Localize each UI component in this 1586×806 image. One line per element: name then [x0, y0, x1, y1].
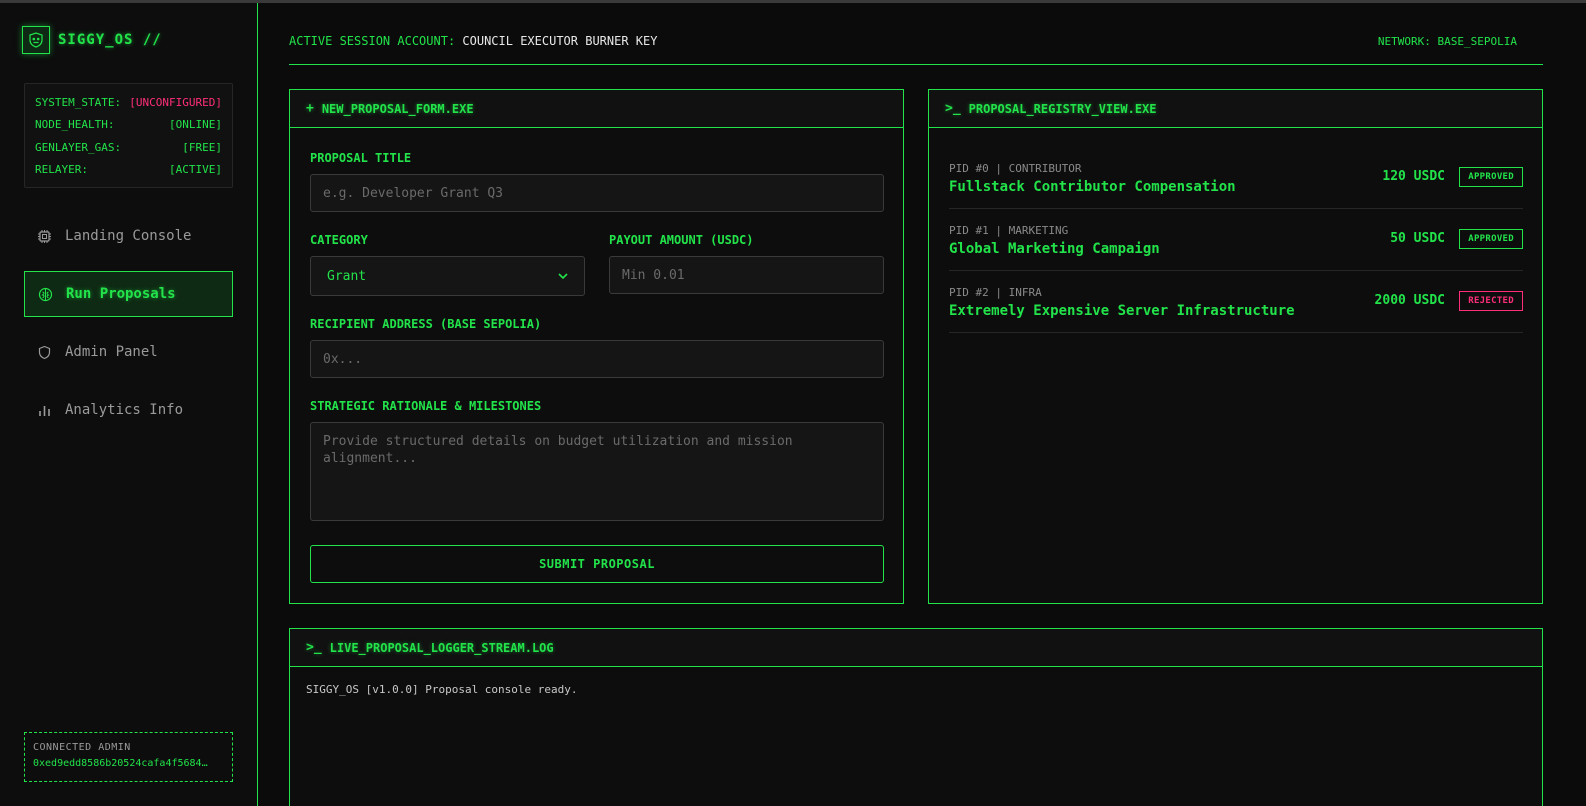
- live-logger-panel: >_ LIVE_PROPOSAL_LOGGER_STREAM.LOG SIGGY…: [289, 628, 1543, 806]
- submit-proposal-button[interactable]: SUBMIT PROPOSAL: [310, 545, 884, 583]
- proposal-amount: 120 USDC: [1382, 169, 1445, 184]
- status-key: SYSTEM_STATE:: [35, 96, 122, 109]
- connected-admin-label: CONNECTED ADMIN: [33, 742, 131, 753]
- payout-amount-input[interactable]: [609, 256, 884, 294]
- sidebar-nav: Landing Console Run Proposals Admin Pane…: [24, 213, 233, 445]
- sidebar-item-run-proposals[interactable]: Run Proposals: [24, 271, 233, 317]
- status-row-node-health: NODE_HEALTH: [ONLINE]: [35, 118, 222, 140]
- system-status-panel: SYSTEM_STATE: [UNCONFIGURED] NODE_HEALTH…: [24, 83, 233, 188]
- panel-header: + NEW_PROPOSAL_FORM.EXE: [290, 90, 903, 128]
- status-key: GENLAYER_GAS:: [35, 140, 122, 154]
- status-key: RELAYER:: [35, 162, 88, 176]
- proposal-meta: PID #0 | CONTRIBUTOR: [949, 162, 1082, 175]
- payout-amount-label: PAYOUT AMOUNT (USDC): [609, 233, 754, 247]
- log-output: SIGGY_OS [v1.0.0] Proposal console ready…: [290, 667, 1542, 712]
- session-label: ACTIVE SESSION ACCOUNT:: [289, 34, 456, 48]
- proposal-title-label: PROPOSAL TITLE: [310, 151, 412, 165]
- status-badge: APPROVED: [1459, 229, 1523, 249]
- rationale-textarea[interactable]: [310, 422, 884, 521]
- status-value: [ACTIVE]: [169, 162, 222, 176]
- proposal-meta: PID #1 | MARKETING: [949, 224, 1069, 237]
- network-indicator: NETWORK: BASE_SEPOLIA: [1377, 35, 1517, 48]
- status-row-relayer: RELAYER: [ACTIVE]: [35, 163, 222, 185]
- siggy-logo-icon: [22, 26, 50, 54]
- connected-admin-box: CONNECTED ADMIN 0xed9edd8586b20524cafa4f…: [24, 732, 233, 782]
- status-key: NODE_HEALTH:: [35, 118, 115, 132]
- panel-title: PROPOSAL_REGISTRY_VIEW.EXE: [968, 101, 1157, 116]
- panel-title: LIVE_PROPOSAL_LOGGER_STREAM.LOG: [329, 640, 554, 655]
- proposal-name: Extremely Expensive Server Infrastructur…: [949, 303, 1295, 319]
- sidebar-item-admin-panel[interactable]: Admin Panel: [24, 329, 233, 375]
- session-account: ACTIVE SESSION ACCOUNT: COUNCIL EXECUTOR…: [289, 34, 657, 64]
- proposal-name: Fullstack Contributor Compensation: [949, 179, 1236, 195]
- brain-icon: [38, 287, 53, 302]
- terminal-icon: >_: [945, 101, 961, 116]
- sidebar-item-label: Analytics Info: [65, 402, 184, 418]
- status-row-system-state: SYSTEM_STATE: [UNCONFIGURED]: [35, 96, 222, 118]
- proposal-registry-panel: >_ PROPOSAL_REGISTRY_VIEW.EXE PID #0 | C…: [928, 89, 1543, 604]
- sidebar-item-analytics-info[interactable]: Analytics Info: [24, 387, 233, 433]
- proposal-name: Global Marketing Campaign: [949, 241, 1160, 257]
- status-badge: REJECTED: [1459, 291, 1523, 311]
- panel-header: >_ PROPOSAL_REGISTRY_VIEW.EXE: [929, 90, 1542, 128]
- log-line: SIGGY_OS [v1.0.0] Proposal console ready…: [306, 683, 578, 696]
- proposal-title-input[interactable]: [310, 174, 884, 212]
- proposal-row[interactable]: PID #0 | CONTRIBUTOR Fullstack Contribut…: [949, 147, 1523, 209]
- admin-address[interactable]: 0xed9edd8586b20524cafa4f5684…: [33, 758, 224, 769]
- chevron-down-icon: [558, 269, 568, 284]
- proposal-amount: 50 USDC: [1390, 231, 1445, 246]
- top-header: ACTIVE SESSION ACCOUNT: COUNCIL EXECUTOR…: [289, 34, 1543, 65]
- category-selected-value: Grant: [327, 268, 367, 284]
- sidebar-item-label: Run Proposals: [66, 286, 176, 302]
- app-title: SIGGY_OS //: [58, 32, 162, 48]
- plus-icon: +: [306, 101, 314, 116]
- panel-header: >_ LIVE_PROPOSAL_LOGGER_STREAM.LOG: [290, 629, 1542, 667]
- category-label: CATEGORY: [310, 233, 368, 247]
- sidebar-item-label: Admin Panel: [65, 344, 158, 360]
- category-select[interactable]: Grant: [310, 256, 585, 296]
- rationale-label: STRATEGIC RATIONALE & MILESTONES: [310, 399, 542, 413]
- status-badge: APPROVED: [1459, 167, 1523, 187]
- recipient-address-label: RECIPIENT ADDRESS (BASE SEPOLIA): [310, 317, 542, 331]
- sidebar: SIGGY_OS // SYSTEM_STATE: [UNCONFIGURED]…: [0, 3, 258, 806]
- status-value: [ONLINE]: [169, 118, 222, 132]
- status-value: [FREE]: [182, 140, 222, 154]
- proposal-amount: 2000 USDC: [1374, 293, 1445, 308]
- recipient-address-input[interactable]: [310, 340, 884, 378]
- proposal-row[interactable]: PID #1 | MARKETING Global Marketing Camp…: [949, 209, 1523, 271]
- status-value: [UNCONFIGURED]: [129, 96, 222, 109]
- cpu-icon: [37, 229, 52, 244]
- proposal-list: PID #0 | CONTRIBUTOR Fullstack Contribut…: [949, 147, 1523, 333]
- status-row-genlayer-gas: GENLAYER_GAS: [FREE]: [35, 141, 222, 163]
- bar-chart-icon: [37, 403, 52, 418]
- session-value: COUNCIL EXECUTOR BURNER KEY: [462, 34, 658, 48]
- sidebar-item-landing-console[interactable]: Landing Console: [24, 213, 233, 259]
- brand[interactable]: SIGGY_OS //: [22, 26, 162, 54]
- proposal-row[interactable]: PID #2 | INFRA Extremely Expensive Serve…: [949, 271, 1523, 333]
- terminal-icon: >_: [306, 640, 322, 655]
- panel-title: NEW_PROPOSAL_FORM.EXE: [321, 101, 474, 116]
- shield-icon: [37, 345, 52, 360]
- sidebar-item-label: Landing Console: [65, 228, 192, 244]
- new-proposal-form-panel: + NEW_PROPOSAL_FORM.EXE PROPOSAL TITLE C…: [289, 89, 904, 604]
- proposal-meta: PID #2 | INFRA: [949, 286, 1042, 299]
